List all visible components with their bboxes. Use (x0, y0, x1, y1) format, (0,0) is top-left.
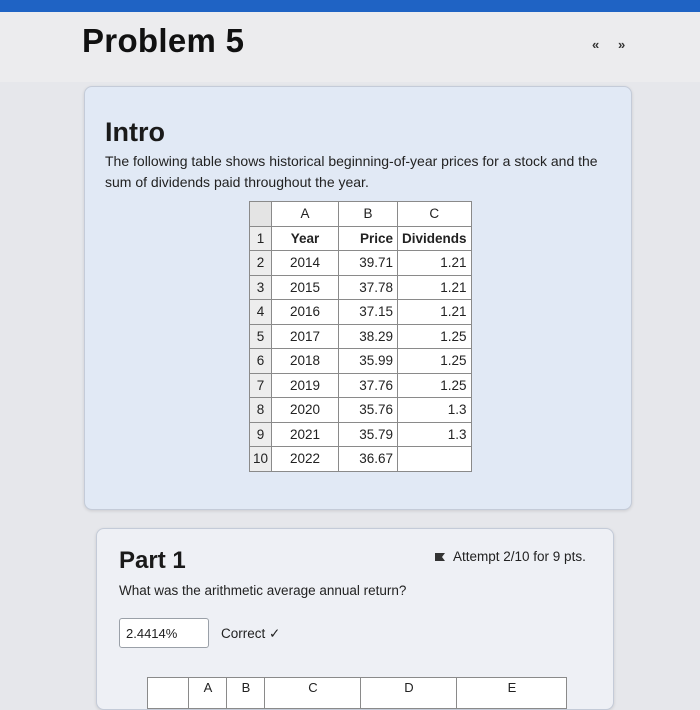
price-cell: 37.76 (338, 372, 398, 398)
correct-status: Correct ✓ (221, 626, 281, 641)
question-text: What was the arithmetic average annual r… (119, 583, 407, 598)
spreadsheet-grid: A B C D E (147, 677, 567, 709)
dividend-cell: 1.21 (397, 250, 472, 276)
price-cell: 39.71 (338, 250, 398, 276)
column-letter: A (271, 201, 339, 227)
price-cell: 35.76 (338, 397, 398, 423)
price-cell: 38.29 (338, 323, 398, 349)
price-cell: 35.79 (338, 421, 398, 447)
year-cell: 2014 (271, 250, 339, 276)
table-row: 10 2022 36.67 (249, 446, 472, 472)
grid-corner (148, 678, 188, 708)
price-cell: 37.78 (338, 274, 398, 300)
price-cell: 36.67 (338, 446, 398, 472)
dividend-cell: 1.3 (397, 421, 472, 447)
grid-column-letter: D (360, 678, 457, 708)
table-header-row: 1 Year Price Dividends (249, 225, 472, 251)
header-year: Year (271, 225, 339, 251)
year-cell: 2017 (271, 323, 339, 349)
dividend-cell: 1.21 (397, 274, 472, 300)
table-row: 7 2019 37.76 1.25 (249, 372, 472, 398)
dividend-cell (397, 446, 472, 472)
dividend-cell: 1.21 (397, 299, 472, 325)
top-bar (0, 0, 700, 12)
intro-card: Intro The following table shows historic… (84, 86, 632, 510)
year-cell: 2021 (271, 421, 339, 447)
year-cell: 2016 (271, 299, 339, 325)
grid-column-letter: A (188, 678, 227, 708)
year-cell: 2022 (271, 446, 339, 472)
table-row: 2 2014 39.71 1.21 (249, 250, 472, 276)
grid-column-letter: B (226, 678, 265, 708)
row-number: 8 (249, 397, 272, 423)
corner-cell (249, 201, 272, 227)
table-row: 6 2018 35.99 1.25 (249, 348, 472, 374)
page-title: Problem 5 (82, 22, 245, 59)
table-row: 5 2017 38.29 1.25 (249, 323, 472, 349)
previous-problem-icon[interactable]: « (592, 37, 599, 52)
row-number: 3 (249, 274, 272, 300)
row-number: 10 (249, 446, 272, 472)
column-letter: C (397, 201, 472, 227)
grid-column-letter: C (264, 678, 361, 708)
row-number: 7 (249, 372, 272, 398)
table-row: 3 2015 37.78 1.21 (249, 274, 472, 300)
header-price: Price (338, 225, 398, 251)
year-cell: 2019 (271, 372, 339, 398)
row-number: 1 (249, 225, 272, 251)
attempt-text: Attempt 2/10 for 9 pts. (453, 549, 586, 564)
row-number: 5 (249, 323, 272, 349)
column-letter: B (338, 201, 398, 227)
attempt-info: Attempt 2/10 for 9 pts. (435, 549, 586, 564)
price-cell: 37.15 (338, 299, 398, 325)
header-dividends: Dividends (397, 225, 472, 251)
part-1-card: Part 1 Attempt 2/10 for 9 pts. What was … (96, 528, 614, 710)
dividend-cell: 1.25 (397, 372, 472, 398)
year-cell: 2020 (271, 397, 339, 423)
row-number: 6 (249, 348, 272, 374)
flag-icon (435, 553, 445, 561)
next-problem-icon[interactable]: » (618, 37, 625, 52)
price-cell: 35.99 (338, 348, 398, 374)
row-number: 2 (249, 250, 272, 276)
table-row: 8 2020 35.76 1.3 (249, 397, 472, 423)
dividend-cell: 1.25 (397, 348, 472, 374)
table-row: 4 2016 37.15 1.21 (249, 299, 472, 325)
answer-field[interactable]: 2.4414% (119, 618, 209, 648)
row-number: 4 (249, 299, 272, 325)
year-cell: 2018 (271, 348, 339, 374)
intro-title: Intro (105, 117, 165, 147)
part-title: Part 1 (119, 547, 186, 574)
column-letter-row: A B C (249, 201, 472, 227)
dividend-cell: 1.3 (397, 397, 472, 423)
grid-column-letter: E (456, 678, 567, 708)
stock-data-table: A B C 1 Year Price Dividends 2 2014 39.71 1… (249, 201, 472, 472)
year-cell: 2015 (271, 274, 339, 300)
table-row: 9 2021 35.79 1.3 (249, 421, 472, 447)
row-number: 9 (249, 421, 272, 447)
dividend-cell: 1.25 (397, 323, 472, 349)
intro-text: The following table shows historical beg… (105, 153, 598, 190)
